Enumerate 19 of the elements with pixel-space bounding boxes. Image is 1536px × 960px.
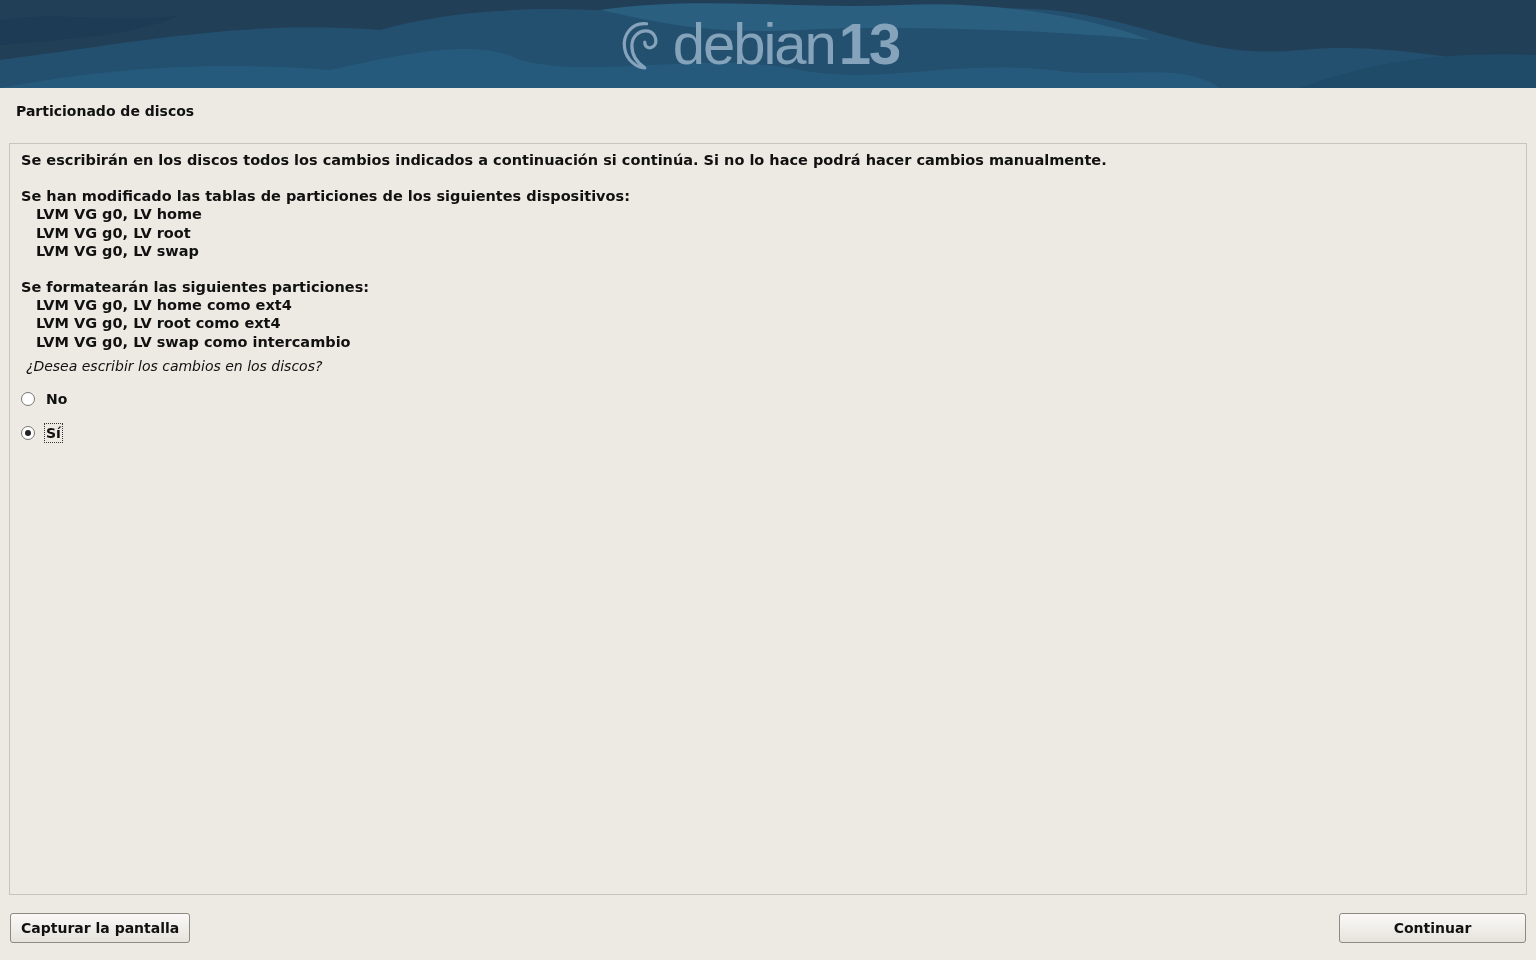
section-heading: Se han modificado las tablas de particiones de los siguientes dispositivos: bbox=[21, 187, 630, 206]
list-item: LVM VG g0, LV root como ext4 bbox=[35, 314, 282, 333]
page-title: Particionado de discos bbox=[15, 102, 196, 121]
radio-button[interactable] bbox=[21, 425, 35, 440]
option-label[interactable]: Sí bbox=[44, 422, 63, 443]
section-heading: Se formatearán las siguientes particiones: bbox=[21, 278, 370, 297]
list-item: LVM VG g0, LV swap bbox=[35, 241, 200, 260]
intro-text: Se escribirán en los discos todos los cambios indicados a continuación si continúa. Si no lo hace podrá hacer cambios manualmente. bbox=[21, 151, 1107, 170]
radio-button[interactable] bbox=[21, 391, 35, 406]
list-item: LVM VG g0, LV root bbox=[35, 223, 192, 242]
screenshot-button[interactable]: Capturar la pantalla bbox=[10, 912, 191, 943]
option-label[interactable]: No bbox=[44, 388, 70, 409]
version-number: 13 bbox=[838, 15, 900, 73]
list-item: LVM VG g0, LV home bbox=[35, 205, 203, 224]
list-item: LVM VG g0, LV swap como intercambio bbox=[35, 332, 352, 351]
question-text: ¿Desea escribir los cambios en los discos? bbox=[26, 356, 323, 375]
logo-text: debian bbox=[672, 15, 835, 73]
list-item: LVM VG g0, LV home como ext4 bbox=[35, 296, 293, 315]
continue-button[interactable]: Continuar bbox=[1339, 912, 1526, 943]
